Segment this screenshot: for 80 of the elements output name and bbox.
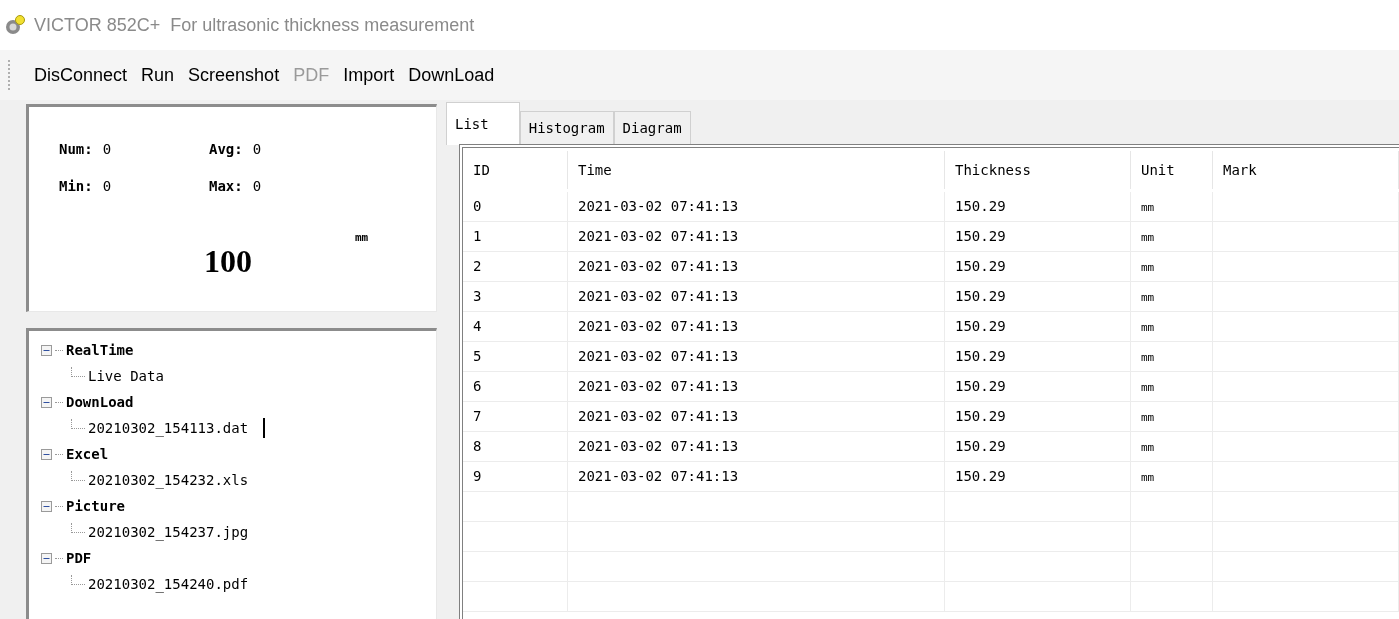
table-cell-text: mm <box>1141 260 1155 277</box>
toolbar-button[interactable]: DisConnect <box>28 59 134 91</box>
toolbar-button[interactable]: Screenshot <box>182 59 286 91</box>
table-cell-text: 150.29 <box>955 377 1006 396</box>
table-cell-text: 150.29 <box>955 257 1006 276</box>
table-cell-text: 150.29 <box>955 347 1006 366</box>
stat-value: 0 <box>252 140 262 159</box>
stat-label: Max: <box>209 177 243 196</box>
table-cell-text: 150.29 <box>955 197 1006 216</box>
table-cell-text: 2021-03-02 07:41:13 <box>578 287 739 306</box>
column-header[interactable]: Thickness <box>945 151 1131 189</box>
table-cell-text: 2 <box>473 257 482 276</box>
tree-node[interactable]: Picture <box>66 493 125 519</box>
collapse-icon[interactable] <box>41 344 52 356</box>
stat-value: 0 <box>252 177 262 196</box>
table-cell-text: mm <box>1141 290 1155 307</box>
tab[interactable]: Diagram <box>613 111 691 145</box>
app-icon <box>4 14 26 36</box>
table-cell-text: 4 <box>473 317 482 336</box>
tree-node[interactable]: DownLoad <box>66 389 134 415</box>
stat-value: 0 <box>102 177 112 196</box>
toolbar-button[interactable]: DownLoad <box>402 59 501 91</box>
thickness-reading: 100 <box>204 242 252 281</box>
table-cell-text: 2021-03-02 07:41:13 <box>578 227 739 246</box>
table-cell-text: 150.29 <box>955 317 1006 336</box>
table-cell-text: mm <box>1141 380 1155 397</box>
stat-label: Avg: <box>209 140 243 159</box>
table-cell-text: 150.29 <box>955 467 1006 486</box>
collapse-icon[interactable] <box>41 448 52 460</box>
table-cell-text: 2021-03-02 07:41:13 <box>578 377 739 396</box>
tab[interactable]: List <box>446 102 520 145</box>
table-cell-text: mm <box>1141 470 1155 487</box>
table-cell-text: 2021-03-02 07:41:13 <box>578 347 739 366</box>
column-header[interactable]: Time <box>568 151 945 189</box>
tree-leaf[interactable]: 20210302_154113.dat <box>88 415 249 441</box>
collapse-icon[interactable] <box>41 500 52 512</box>
table-cell-text: 150.29 <box>955 437 1006 456</box>
table-cell-text: mm <box>1141 410 1155 427</box>
table-cell-text: 2021-03-02 07:41:13 <box>578 467 739 486</box>
stat-value: 0 <box>102 140 112 159</box>
table-cell-text: 8 <box>473 437 482 456</box>
table-cell-text: 2021-03-02 07:41:13 <box>578 197 739 216</box>
table-cell-text: 2021-03-02 07:41:13 <box>578 437 739 456</box>
table-cell-text: mm <box>1141 320 1155 337</box>
tree-node[interactable]: RealTime <box>66 337 134 363</box>
toolbar-button[interactable]: Run <box>135 59 181 91</box>
tree-node[interactable]: PDF <box>66 545 92 571</box>
table-cell-text: 150.29 <box>955 227 1006 246</box>
tab[interactable]: Histogram <box>519 111 614 145</box>
collapse-icon[interactable] <box>41 396 52 408</box>
table-cell-text: mm <box>1141 350 1155 367</box>
table-cell-text: mm <box>1141 230 1155 247</box>
column-header[interactable]: Unit <box>1131 151 1213 189</box>
table-cell-text: 5 <box>473 347 482 366</box>
table-cell-text: 1 <box>473 227 482 246</box>
table-cell-text: 2021-03-02 07:41:13 <box>578 317 739 336</box>
table-cell-text: 9 <box>473 467 482 486</box>
tree-leaf[interactable]: Live Data <box>88 363 164 389</box>
tree-leaf[interactable]: 20210302_154240.pdf <box>88 571 249 597</box>
table-cell-text: 150.29 <box>955 407 1006 426</box>
table-cell-text: 150.29 <box>955 287 1006 306</box>
table-cell-text: 6 <box>473 377 482 396</box>
table-cell-text: 2021-03-02 07:41:13 <box>578 407 739 426</box>
table-cell-text: 7 <box>473 407 482 426</box>
window-title: VICTOR 852C+ For ultrasonic thickness measurement <box>34 13 475 37</box>
stat-label: Min: <box>59 177 93 196</box>
table-cell-text: mm <box>1141 440 1155 457</box>
tree-leaf[interactable]: 20210302_154232.xls <box>88 467 249 493</box>
toolbar-button[interactable]: Import <box>337 59 401 91</box>
table-cell-text: 3 <box>473 287 482 306</box>
table-cell-text: 2021-03-02 07:41:13 <box>578 257 739 276</box>
stat-label: Num: <box>59 140 93 159</box>
table-cell-text: mm <box>1141 200 1155 217</box>
unit-label: mm <box>355 230 369 246</box>
column-header[interactable]: Mark <box>1213 151 1399 189</box>
column-header[interactable]: ID <box>463 151 568 189</box>
collapse-icon[interactable] <box>41 552 52 564</box>
tree-leaf[interactable]: 20210302_154237.jpg <box>88 519 249 545</box>
tree-node[interactable]: Excel <box>66 441 109 467</box>
table-cell-text: 0 <box>473 197 482 216</box>
